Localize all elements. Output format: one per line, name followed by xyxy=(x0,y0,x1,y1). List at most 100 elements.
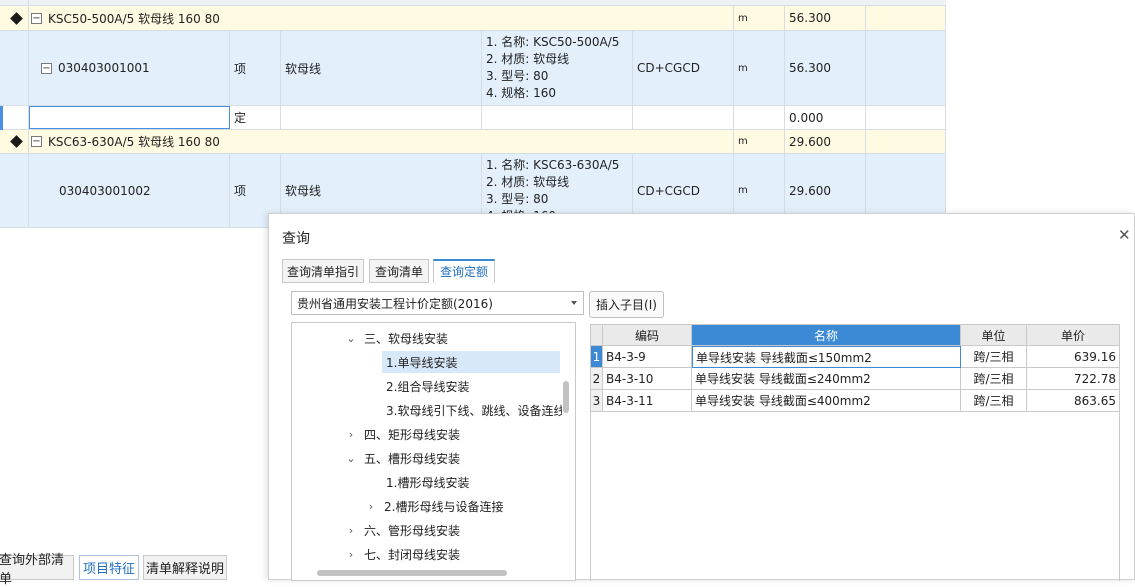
tree-vertical-scrollbar[interactable] xyxy=(563,381,569,413)
quota-unit[interactable]: 跨/三相 xyxy=(961,368,1027,390)
tree-node[interactable]: › 四、矩形母线安装 xyxy=(344,423,460,445)
table-row[interactable]: 1 B4-3-9 单导线安装 导线截面≤150mm2 跨/三相 639.16 xyxy=(590,346,1120,368)
feature-line: 3. 型号: 80 xyxy=(486,191,549,206)
qty-cell[interactable]: 56.300 xyxy=(785,6,866,30)
qty-cell[interactable]: 56.300 xyxy=(785,31,866,105)
feature-line: 2. 材质: 软母线 xyxy=(486,174,570,189)
tree-node-label: 2.组合导线安装 xyxy=(386,379,470,394)
remark-cell[interactable] xyxy=(866,106,946,129)
chevron-right-icon[interactable]: › xyxy=(344,428,358,441)
tree-node-label: 1.槽形母线安装 xyxy=(386,475,470,490)
tree-node-label: 六、管形母线安装 xyxy=(364,523,461,538)
quota-unit[interactable]: 跨/三相 xyxy=(961,346,1027,368)
gutter-divider xyxy=(28,0,29,228)
code-input-cell[interactable] xyxy=(29,106,230,129)
group-title: KSC63-630A/5 软母线 160 80 xyxy=(48,135,220,149)
features-cell[interactable]: 1. 名称: KSC50-500A/5 2. 材质: 软母线 3. 型号: 80… xyxy=(482,31,633,105)
chevron-right-icon[interactable]: › xyxy=(344,548,358,561)
tab-external-list[interactable]: 查询外部清单 xyxy=(0,553,74,587)
group-marker-icon xyxy=(10,135,23,148)
chevron-right-icon[interactable]: › xyxy=(344,524,358,537)
quota-price[interactable]: 722.78 xyxy=(1027,368,1120,390)
qty-cell[interactable]: 0.000 xyxy=(785,106,866,129)
unit-cell[interactable]: m xyxy=(734,31,785,105)
group-code-cell[interactable]: − KSC50-500A/5 软母线 160 80 xyxy=(29,6,734,30)
feature-line: 3. 型号: 80 xyxy=(486,69,549,83)
table-header-row: 编码 名称 单位 单价 xyxy=(590,324,1120,346)
tree-node-label: 三、软母线安装 xyxy=(364,331,449,346)
column-header-price[interactable]: 单价 xyxy=(1027,324,1120,346)
code-cell[interactable]: − 030403001001 xyxy=(29,31,230,105)
remark-cell[interactable] xyxy=(866,6,946,30)
column-header-unit[interactable]: 单位 xyxy=(961,324,1027,346)
tab-list-explanation[interactable]: 清单解释说明 xyxy=(143,555,227,580)
quota-code[interactable]: B4-3-11 xyxy=(603,390,692,412)
quota-name[interactable]: 单导线安装 导线截面≤400mm2 xyxy=(692,390,961,412)
collapse-icon[interactable]: − xyxy=(31,136,42,147)
code-cell[interactable]: 030403001002 xyxy=(29,154,230,227)
tab-query-list[interactable]: 查询清单 xyxy=(369,259,429,283)
chevron-right-icon[interactable]: › xyxy=(364,500,378,513)
quota-price[interactable]: 863.65 xyxy=(1027,390,1120,412)
qty-cell[interactable]: 29.600 xyxy=(785,130,866,153)
insert-subitem-button[interactable]: 插入子目(I) xyxy=(589,291,664,318)
table-row[interactable]: 定 0.000 xyxy=(0,106,946,130)
query-dialog: 查询 ✕ 查询清单指引 查询清单 查询定额 贵州省通用安装工程计价定额(2016… xyxy=(268,213,1135,581)
quota-name[interactable]: 单导线安装 导线截面≤240mm2 xyxy=(692,368,961,390)
tree-node-label: 1.单导线安装 xyxy=(386,355,458,370)
dialog-title: 查询 xyxy=(282,231,310,247)
table-row[interactable]: 2 B4-3-10 单导线安装 导线截面≤240mm2 跨/三相 722.78 xyxy=(590,368,1120,390)
tree-node[interactable]: 1.槽形母线安装 xyxy=(382,471,469,493)
name-cell[interactable]: 软母线 xyxy=(281,31,482,105)
tree-node[interactable]: › 六、管形母线安装 xyxy=(344,519,460,541)
quota-code[interactable]: B4-3-9 xyxy=(603,346,692,368)
tab-list-guide[interactable]: 查询清单指引 xyxy=(282,259,364,283)
tree-horizontal-scrollbar[interactable] xyxy=(317,570,507,576)
row-number: 3 xyxy=(590,390,603,412)
remark-cell[interactable] xyxy=(866,130,946,153)
quota-unit[interactable]: 跨/三相 xyxy=(961,390,1027,412)
unit-cell[interactable]: m xyxy=(734,6,785,30)
tree-node[interactable]: ⌄ 三、软母线安装 xyxy=(344,327,448,349)
chevron-down-icon xyxy=(571,301,577,305)
content-cell[interactable] xyxy=(633,106,734,129)
tree-node[interactable]: 1.单导线安装 xyxy=(382,351,560,373)
unit-cell[interactable] xyxy=(734,106,785,129)
feature-line: 4. 规格: 160 xyxy=(486,86,557,100)
column-header-code[interactable]: 编码 xyxy=(603,324,692,346)
group-title: KSC50-500A/5 软母线 160 80 xyxy=(48,11,220,26)
tree-node-label: 七、封闭母线安装 xyxy=(364,547,461,562)
type-cell[interactable]: 定 xyxy=(230,106,281,129)
remark-cell[interactable] xyxy=(866,31,946,105)
tree-node-label: 四、矩形母线安装 xyxy=(364,427,461,442)
row-number-header xyxy=(590,324,603,346)
tree-node[interactable]: 3.软母线引下线、跳线、设备连线 xyxy=(382,399,562,421)
tree-node[interactable]: 2.组合导线安装 xyxy=(382,375,469,397)
quota-code[interactable]: B4-3-10 xyxy=(603,368,692,390)
tab-query-quota[interactable]: 查询定额 xyxy=(433,259,495,283)
type-cell[interactable]: 项 xyxy=(230,31,281,105)
chevron-down-icon[interactable]: ⌄ xyxy=(344,452,358,465)
unit-cell[interactable]: m xyxy=(734,130,785,153)
features-cell[interactable] xyxy=(482,106,633,129)
name-cell[interactable] xyxy=(281,106,482,129)
quota-library-select[interactable]: 贵州省通用安装工程计价定额(2016) xyxy=(291,291,584,315)
tree-node[interactable]: ⌄ 五、槽形母线安装 xyxy=(344,447,460,469)
chevron-down-icon[interactable]: ⌄ xyxy=(344,332,358,345)
tree-node[interactable]: › 七、封闭母线安装 xyxy=(344,543,460,565)
group-code-cell[interactable]: − KSC63-630A/5 软母线 160 80 xyxy=(29,130,734,153)
table-row[interactable]: 3 B4-3-11 单导线安装 导线截面≤400mm2 跨/三相 863.65 xyxy=(590,390,1120,412)
content-cell[interactable]: CD+CGCD xyxy=(633,31,734,105)
collapse-icon[interactable]: − xyxy=(31,12,42,24)
quota-price[interactable]: 639.16 xyxy=(1027,346,1120,368)
collapse-icon[interactable]: − xyxy=(41,62,52,74)
tree-node[interactable]: › 2.槽形母线与设备连接 xyxy=(364,495,504,517)
tab-item-features[interactable]: 项目特征 xyxy=(79,555,139,580)
quota-name[interactable]: 单导线安装 导线截面≤150mm2 xyxy=(692,346,961,368)
table-row[interactable]: − KSC63-630A/5 软母线 160 80 m 29.600 xyxy=(0,130,946,154)
table-row[interactable]: − 030403001001 项 软母线 1. 名称: KSC50-500A/5… xyxy=(0,31,946,106)
column-header-name[interactable]: 名称 xyxy=(692,324,961,346)
table-row[interactable]: − KSC50-500A/5 软母线 160 80 m 56.300 xyxy=(0,6,946,31)
item-code: 030403001001 xyxy=(58,61,150,75)
close-icon[interactable]: ✕ xyxy=(1118,226,1131,244)
